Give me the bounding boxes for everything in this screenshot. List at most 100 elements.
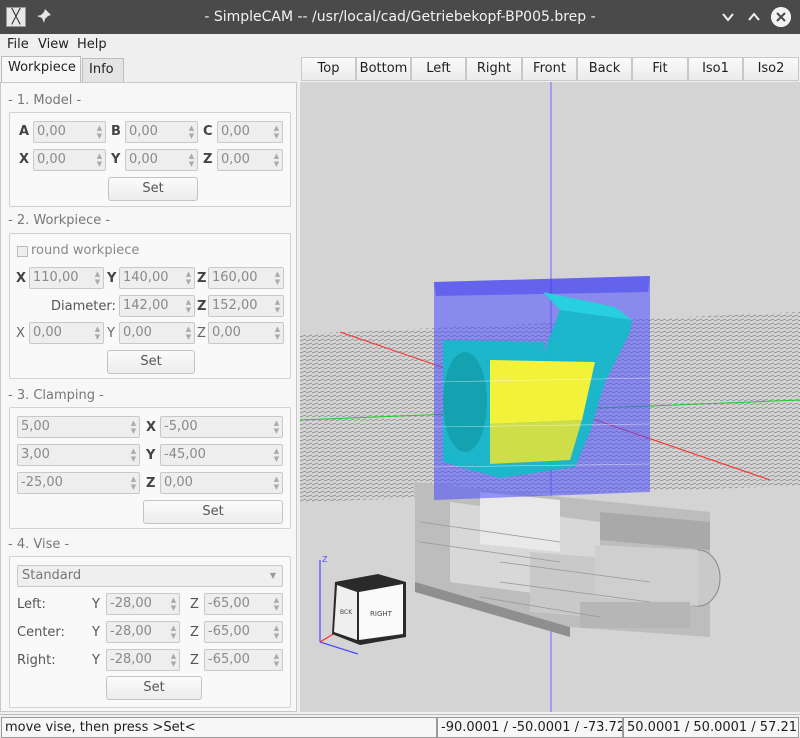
vise-right-y-spinbox[interactable]: -28,00 ▲ ▼ [106, 649, 180, 671]
spin-arrows-icon[interactable]: ▲ ▼ [170, 596, 177, 612]
workpiece-x-spinbox[interactable]: 110,00 ▲ ▼ [29, 267, 104, 289]
model-y-label: Y [111, 152, 121, 167]
model-b-label: B [111, 124, 121, 139]
vise-center-z-spinbox[interactable]: -65,00 ▲ ▼ [204, 621, 283, 643]
triad-z-text: Z [322, 555, 328, 564]
model-group: A 0,00 ▲ ▼ B 0,00 ▲ ▼ C 0,00 ▲ ▼ X 0,00 ▲ ▼ Y 0,… [9, 112, 291, 207]
view-cube[interactable]: RIGHT BCK [332, 574, 406, 645]
view-left-button[interactable]: Left [411, 57, 466, 81]
workpiece-x-label: X [16, 271, 27, 286]
title-bar: ╳ - SimpleCAM -- /usr/local/cad/Getriebe… [0, 0, 800, 34]
model-z-spinbox[interactable]: 0,00 ▲ ▼ [217, 149, 283, 171]
vise-left-y-spinbox[interactable]: -28,00 ▲ ▼ [106, 593, 180, 615]
menu-view[interactable]: View [38, 37, 69, 52]
workpiece-z-spinbox[interactable]: 160,00 ▲ ▼ [208, 267, 284, 289]
workpiece-set-button[interactable]: Set [107, 350, 195, 374]
clamping-set-button[interactable]: Set [143, 500, 283, 524]
3d-viewport[interactable]: Z RIGHT BCK [300, 82, 800, 712]
spin-arrows-icon[interactable]: ▲ ▼ [96, 124, 103, 140]
clamping-y-spinbox[interactable]: -45,00 ▲ ▼ [160, 444, 283, 466]
tab-info[interactable]: Info [82, 58, 124, 82]
clamping-y-label: Y [146, 448, 156, 463]
view-fit-button[interactable]: Fit [632, 57, 688, 81]
vise-center-y-spinbox[interactable]: -28,00 ▲ ▼ [106, 621, 180, 643]
spin-arrows-icon[interactable]: ▲ ▼ [274, 298, 281, 314]
spin-arrows-icon[interactable]: ▲ ▼ [170, 624, 177, 640]
model-set-button[interactable]: Set [108, 177, 198, 201]
model-b-spinbox[interactable]: 0,00 ▲ ▼ [125, 121, 198, 143]
tab-workpiece[interactable]: Workpiece [1, 56, 81, 82]
model-section-title: - 1. Model - [8, 93, 82, 108]
spin-arrows-icon[interactable]: ▲ ▼ [170, 652, 177, 668]
spin-arrows-icon[interactable]: ▲ ▼ [130, 419, 137, 435]
spin-arrows-icon[interactable]: ▲ ▼ [188, 124, 195, 140]
model-y-spinbox[interactable]: 0,00 ▲ ▼ [125, 149, 198, 171]
vise-left-y-label: Y [92, 597, 100, 612]
clamping-z-spinbox[interactable]: 0,00 ▲ ▼ [160, 472, 283, 494]
spin-arrows-icon[interactable]: ▲ ▼ [274, 270, 281, 286]
model-z-label: Z [203, 152, 213, 167]
spin-arrows-icon[interactable]: ▲ ▼ [185, 325, 192, 341]
clamping-left-spinbox-2[interactable]: 3,00 ▲ ▼ [17, 444, 140, 466]
spin-arrows-icon[interactable]: ▲ ▼ [273, 124, 280, 140]
spin-arrows-icon[interactable]: ▲ ▼ [273, 152, 280, 168]
clamping-z-label: Z [146, 476, 156, 491]
offset-z-spinbox[interactable]: 0,00 ▲ ▼ [208, 322, 284, 344]
offset-x-spinbox[interactable]: 0,00 ▲ ▼ [29, 322, 104, 344]
view-iso2-button[interactable]: Iso2 [743, 57, 799, 81]
clamping-x-spinbox[interactable]: -5,00 ▲ ▼ [160, 416, 283, 438]
spin-arrows-icon[interactable]: ▲ ▼ [130, 447, 137, 463]
minimize-icon[interactable] [719, 8, 737, 26]
vise-model [415, 482, 721, 637]
model-x-spinbox[interactable]: 0,00 ▲ ▼ [33, 149, 106, 171]
spin-arrows-icon[interactable]: ▲ ▼ [185, 270, 192, 286]
spin-arrows-icon[interactable]: ▲ ▼ [273, 447, 280, 463]
spin-arrows-icon[interactable]: ▲ ▼ [273, 624, 280, 640]
spin-arrows-icon[interactable]: ▲ ▼ [273, 475, 280, 491]
spin-arrows-icon[interactable]: ▲ ▼ [96, 152, 103, 168]
spin-arrows-icon[interactable]: ▲ ▼ [273, 652, 280, 668]
clamping-left-spinbox-3[interactable]: -25,00 ▲ ▼ [17, 472, 140, 494]
spin-arrows-icon[interactable]: ▲ ▼ [188, 152, 195, 168]
view-cube-side-text: BCK [340, 609, 353, 616]
round-workpiece-checkbox[interactable] [17, 246, 28, 257]
model-a-spinbox[interactable]: 0,00 ▲ ▼ [33, 121, 106, 143]
model-c-spinbox[interactable]: 0,00 ▲ ▼ [217, 121, 283, 143]
vise-left-z-spinbox[interactable]: -65,00 ▲ ▼ [204, 593, 283, 615]
workpiece-section-title: - 2. Workpiece - [8, 213, 111, 228]
view-top-button[interactable]: Top [301, 57, 356, 81]
spin-arrows-icon[interactable]: ▲ ▼ [273, 419, 280, 435]
workpiece-panel: - 1. Model - A 0,00 ▲ ▼ B 0,00 ▲ ▼ C 0,00 ▲ ▼ … [0, 82, 297, 712]
spin-arrows-icon[interactable]: ▲ ▼ [94, 270, 101, 286]
spin-arrows-icon[interactable]: ▲ ▼ [273, 596, 280, 612]
vise-right-z-spinbox[interactable]: -65,00 ▲ ▼ [204, 649, 283, 671]
diameter-spinbox[interactable]: 142,00 ▲ ▼ [119, 295, 195, 317]
close-icon[interactable] [771, 7, 791, 27]
spin-arrows-icon[interactable]: ▲ ▼ [94, 325, 101, 341]
diameter-label: Diameter: [51, 299, 116, 314]
view-front-button[interactable]: Front [522, 57, 577, 81]
spin-arrows-icon[interactable]: ▲ ▼ [130, 475, 137, 491]
workpiece-y-spinbox[interactable]: 140,00 ▲ ▼ [119, 267, 195, 289]
view-right-button[interactable]: Right [466, 57, 522, 81]
chevron-down-icon: ▼ [269, 571, 276, 580]
view-iso1-button[interactable]: Iso1 [688, 57, 743, 81]
maximize-icon[interactable] [745, 8, 763, 26]
vise-type-select[interactable]: Standard ▼ [17, 565, 283, 587]
clamping-left-spinbox-1[interactable]: 5,00 ▲ ▼ [17, 416, 140, 438]
spin-arrows-icon[interactable]: ▲ ▼ [274, 325, 281, 341]
vise-right-y-label: Y [92, 653, 100, 668]
view-bottom-button[interactable]: Bottom [356, 57, 411, 81]
spin-arrows-icon[interactable]: ▲ ▼ [185, 298, 192, 314]
vise-center-y-label: Y [92, 625, 100, 640]
menu-help[interactable]: Help [77, 37, 107, 52]
window-title: - SimpleCAM -- /usr/local/cad/Getriebeko… [204, 9, 596, 25]
vise-left-z-label: Z [190, 597, 199, 612]
diameter-z-spinbox[interactable]: 152,00 ▲ ▼ [208, 295, 284, 317]
diameter-z-label: Z [197, 299, 207, 314]
menu-file[interactable]: File [7, 37, 29, 52]
offset-y-spinbox[interactable]: 0,00 ▲ ▼ [119, 322, 195, 344]
vise-set-button[interactable]: Set [106, 676, 202, 700]
workpiece-z-label: Z [197, 271, 207, 286]
view-back-button[interactable]: Back [577, 57, 632, 81]
